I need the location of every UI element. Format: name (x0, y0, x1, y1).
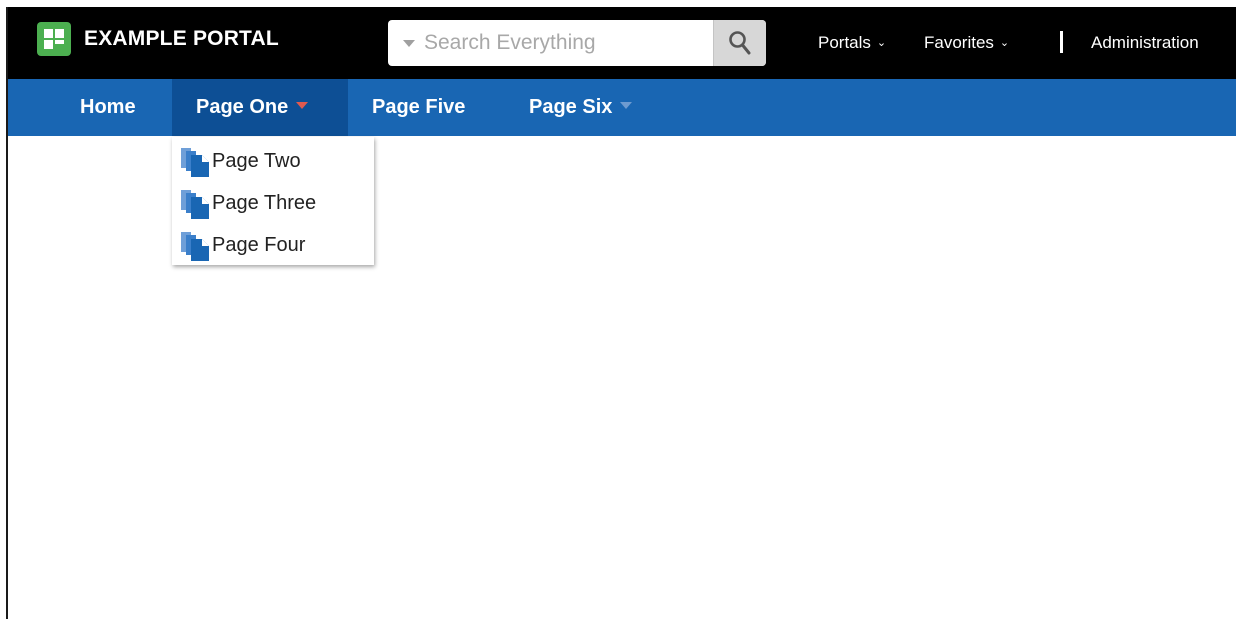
caret-down-icon (296, 102, 309, 109)
tab-label: Home (80, 96, 136, 118)
portals-label: Portals (818, 33, 871, 52)
favorites-label: Favorites (924, 33, 994, 52)
caret-down-icon (620, 102, 633, 109)
tab-label: Page Five (372, 96, 466, 118)
chevron-down-icon: ⌄ (876, 37, 887, 49)
magnifier-icon (729, 31, 751, 55)
portal-title[interactable]: EXAMPLE PORTAL (84, 26, 279, 52)
menu-item-page-four[interactable]: Page Four (172, 223, 374, 263)
pages-icon (181, 148, 209, 177)
portal-window: EXAMPLE PORTAL Portals ⌄ Favorites ⌄ Admin… (6, 7, 1236, 619)
grid-logo-icon[interactable] (37, 22, 71, 56)
pages-icon (181, 232, 209, 261)
search-input[interactable] (418, 20, 720, 66)
menu-item-label: Page Three (212, 192, 317, 214)
administration-link[interactable]: Administration (1091, 33, 1199, 53)
page-one-dropdown: Page Two Page Three Page Four (172, 137, 374, 265)
menu-item-page-three[interactable]: Page Three (172, 181, 374, 221)
tab-label: Page One (196, 96, 289, 118)
divider (1060, 31, 1063, 53)
tab-page-five[interactable]: Page Five (372, 79, 465, 136)
menu-item-page-two[interactable]: Page Two (172, 139, 374, 179)
tab-page-one[interactable]: Page One (172, 79, 348, 136)
caret-down-icon[interactable] (403, 40, 415, 47)
search-button[interactable] (713, 20, 766, 66)
search-box (388, 20, 766, 66)
menu-item-label: Page Four (212, 234, 306, 256)
menu-item-label: Page Two (212, 150, 301, 172)
favorites-menu[interactable]: Favorites ⌄ (924, 33, 1009, 53)
main-nav: Home Page One Page Five Page Six (8, 79, 1236, 136)
tab-label: Page Six (529, 96, 613, 118)
portals-menu[interactable]: Portals ⌄ (818, 33, 886, 53)
tab-page-six[interactable]: Page Six (529, 79, 633, 136)
tab-home[interactable]: Home (80, 79, 136, 136)
chevron-down-icon: ⌄ (999, 37, 1010, 49)
top-bar: EXAMPLE PORTAL Portals ⌄ Favorites ⌄ Admin… (8, 7, 1236, 79)
pages-icon (181, 190, 209, 219)
